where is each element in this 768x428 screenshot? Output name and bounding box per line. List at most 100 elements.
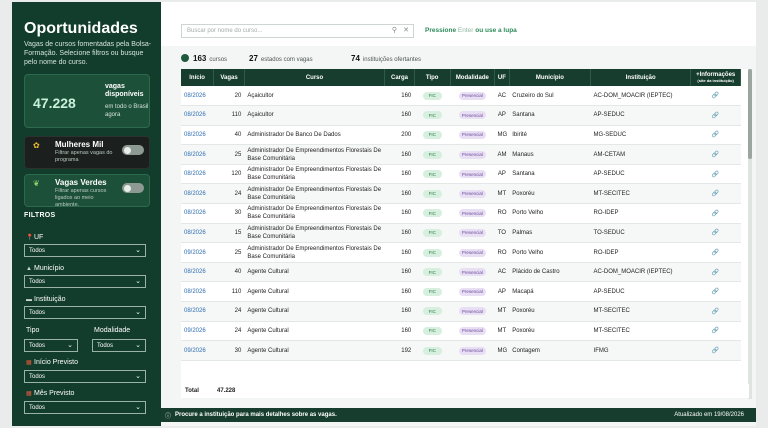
table-row: 09/2026 25 Administrador De Empreendimento… <box>181 242 741 263</box>
info-link-cell: 🔗 <box>690 125 741 146</box>
chevron-down-icon: ⌄ <box>135 404 141 411</box>
inicio-select[interactable]: Todos ⌄ <box>24 370 146 383</box>
tipo-select[interactable]: Todos ⌄ <box>24 339 78 352</box>
mulheres-mil-title: Mulheres Mil <box>55 140 104 149</box>
tipo-badge: FIC <box>422 111 442 120</box>
tipo-badge: FIC <box>422 346 442 355</box>
municipio-select[interactable]: Todos ⌄ <box>24 275 146 288</box>
link-icon[interactable]: 🔗 <box>712 172 719 178</box>
close-icon[interactable]: ✕ <box>403 26 409 34</box>
column-header[interactable]: Modalidade <box>450 69 495 86</box>
footer-text: Procure a instituição para mais detalhes… <box>175 411 337 418</box>
search-input[interactable]: Buscar por nome do curso... ⚲ ✕ <box>181 24 414 38</box>
column-header[interactable]: +Informações (site da instituição) <box>690 69 741 86</box>
table-cell: Plácido de Castro <box>509 262 591 283</box>
inicio-label: ▦ Início Previsto <box>26 359 78 366</box>
link-icon[interactable]: 🔗 <box>712 132 719 138</box>
table-cell: 192 <box>384 340 415 361</box>
tipo-badge: FIC <box>422 326 442 335</box>
column-header[interactable]: Carga <box>384 69 415 86</box>
modalidade-badge: Presencial <box>458 91 486 100</box>
table-cell: TO <box>494 223 510 244</box>
table-cell: AC <box>494 86 510 107</box>
table-cell: 09/2026 <box>181 321 214 342</box>
table-row: 08/2026 120 Administrador De Empreendiment… <box>181 164 741 185</box>
vagas-count: 47.228 <box>33 95 76 111</box>
column-header[interactable]: Curso <box>244 69 386 86</box>
column-header[interactable]: Município <box>509 69 592 86</box>
table-cell: RO-IDEP <box>590 242 691 263</box>
table-cell: 08/2026 <box>181 183 214 205</box>
chevron-down-icon: ⌄ <box>67 342 73 349</box>
column-header[interactable]: Vagas <box>213 69 245 86</box>
table-cell: IFMG <box>590 340 691 361</box>
modalidade-badge: Presencial <box>458 150 486 159</box>
stat-estados: 27 estados com vagas <box>249 54 313 63</box>
uf-select[interactable]: Todos ⌄ <box>24 244 146 257</box>
vagas-verdes-toggle[interactable] <box>122 183 144 193</box>
table-cell: MT <box>494 321 510 342</box>
link-icon[interactable]: 🔗 <box>712 211 719 217</box>
link-icon[interactable]: 🔗 <box>712 270 719 276</box>
leaf-icon: ❦ <box>33 179 40 188</box>
table-cell: MT-SECITEC <box>590 321 691 342</box>
link-icon[interactable]: 🔗 <box>712 348 719 354</box>
column-header-sub: (site da instituição) <box>697 78 734 83</box>
table-cell: 08/2026 <box>181 223 214 244</box>
vagas-verdes-card: ❦ Vagas Verdes Filtrar apenas cursos lig… <box>24 174 150 208</box>
scrollbar[interactable] <box>748 69 752 399</box>
link-icon[interactable]: 🔗 <box>712 93 719 99</box>
chevron-down-icon: ⌄ <box>135 342 141 349</box>
table-cell: 15 <box>213 223 245 244</box>
column-header[interactable]: UF <box>494 69 510 86</box>
link-icon[interactable]: 🔗 <box>712 289 719 295</box>
table-row: 09/2026 30 Agente Cultural 192 FIC Presencial… <box>181 340 741 361</box>
chevron-down-icon: ⌄ <box>135 373 141 380</box>
search-icon[interactable]: ⚲ <box>392 26 397 34</box>
table-cell: MG-SEDUC <box>590 125 691 146</box>
table-cell: Administrador De Empreendimentos Florest… <box>244 242 385 263</box>
table-cell: 30 <box>213 203 245 224</box>
column-header[interactable]: Tipo <box>414 69 451 86</box>
table-cell: Presencial <box>450 242 495 263</box>
table-cell: 08/2026 <box>181 281 214 303</box>
stat-instituicoes: 74 instituições ofertantes <box>351 54 421 63</box>
modalidade-badge: Presencial <box>458 111 486 120</box>
tipo-badge: FIC <box>422 170 442 179</box>
link-icon[interactable]: 🔗 <box>712 309 719 315</box>
tipo-badge: FIC <box>422 91 442 100</box>
table-row: 09/2026 24 Agente Cultural 160 FIC Presencial… <box>181 321 741 342</box>
instituicao-select[interactable]: Todos ⌄ <box>24 306 146 319</box>
total-value: 47.228 <box>217 388 236 394</box>
table-cell: Macapá <box>509 281 591 303</box>
column-header[interactable]: Instituição <box>590 69 692 86</box>
vagas-label: vagas disponíveis <box>105 83 144 98</box>
table-cell: Presencial <box>450 340 495 361</box>
link-icon[interactable]: 🔗 <box>712 152 719 158</box>
table-cell: Administrador De Empreendimentos Florest… <box>244 144 385 165</box>
table-cell: MT <box>494 301 510 322</box>
table-cell: 110 <box>213 281 245 303</box>
info-link-cell: 🔗 <box>690 340 741 361</box>
table-cell: 160 <box>384 262 415 283</box>
mes-select[interactable]: Todos ⌄ <box>24 401 146 414</box>
scroll-thumb[interactable] <box>748 69 752 159</box>
link-icon[interactable]: 🔗 <box>712 191 719 197</box>
table-cell: 30 <box>213 340 245 361</box>
tipo-badge: FIC <box>422 130 442 139</box>
modalidade-select[interactable]: Todos ⌄ <box>92 339 146 352</box>
column-header[interactable]: Início <box>181 69 215 86</box>
link-icon[interactable]: 🔗 <box>712 328 719 334</box>
table-cell: 160 <box>384 105 415 126</box>
table-cell: 25 <box>213 242 245 263</box>
link-icon[interactable]: 🔗 <box>712 230 719 236</box>
link-icon[interactable]: 🔗 <box>712 113 719 119</box>
updated-text: Atualizado em 19/08/2026 <box>674 411 744 418</box>
info-link-cell: 🔗 <box>690 203 741 224</box>
mulheres-mil-toggle[interactable] <box>122 145 144 155</box>
table-row: 08/2026 30 Administrador De Empreendimento… <box>181 203 741 224</box>
table-cell: AM <box>494 144 510 165</box>
table-cell: Cruzeiro do Sul <box>509 86 591 107</box>
link-icon[interactable]: 🔗 <box>712 250 719 256</box>
info-link-cell: 🔗 <box>690 144 741 165</box>
